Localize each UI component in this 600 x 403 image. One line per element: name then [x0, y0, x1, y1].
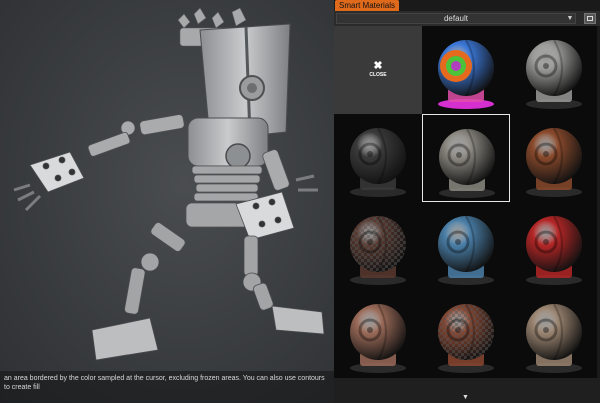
material-ball-icon: [438, 303, 494, 373]
material-ball-icon: [439, 128, 495, 198]
sandstone-material-thumbnail[interactable]: [510, 290, 598, 378]
preset-dropdown[interactable]: default: [336, 13, 576, 24]
scroll-down-icon[interactable]: ▼: [462, 394, 469, 401]
material-ball-icon: [438, 39, 494, 109]
robot-model[interactable]: [0, 0, 334, 403]
clay-material-thumbnail[interactable]: [334, 290, 422, 378]
material-ball-icon: [350, 303, 406, 373]
preset-bar: default ▼: [334, 11, 600, 27]
blue-paint-material-thumbnail[interactable]: [422, 202, 510, 290]
colored-id-material-thumbnail[interactable]: [422, 26, 510, 114]
close-label: CLOSE: [369, 72, 387, 78]
grid-view-icon[interactable]: [584, 13, 596, 24]
close-button[interactable]: ✖ CLOSE: [334, 26, 422, 114]
material-ball-icon: [526, 39, 582, 109]
chrome-material-thumbnail[interactable]: [510, 26, 598, 114]
smart-materials-panel: Smart Materials default ▼ ✖ CLOSE ▼: [334, 0, 600, 403]
close-icon: ✖: [373, 60, 383, 72]
worn-steel-material-thumbnail[interactable]: [422, 114, 510, 202]
chevron-down-icon[interactable]: ▼: [566, 13, 574, 24]
material-ball-icon: [350, 215, 406, 285]
tab-smart-materials[interactable]: Smart Materials: [335, 0, 400, 11]
material-ball-icon: [438, 215, 494, 285]
tool-hint-text: an area bordered by the color sampled at…: [0, 371, 334, 403]
panel-footer: ▼: [334, 378, 600, 403]
copper-rust-material-thumbnail[interactable]: [510, 114, 598, 202]
material-ball-icon: [350, 127, 406, 197]
material-ball-icon: [526, 303, 582, 373]
material-ball-icon: [526, 127, 582, 197]
red-paint-material-thumbnail[interactable]: [510, 202, 598, 290]
rust-pattern-material-thumbnail[interactable]: [422, 290, 510, 378]
materials-grid: ✖ CLOSE: [334, 26, 600, 378]
dark-rubber-material-thumbnail[interactable]: [334, 114, 422, 202]
3d-viewport[interactable]: an area bordered by the color sampled at…: [0, 0, 334, 403]
material-ball-icon: [526, 215, 582, 285]
painted-pattern-material-thumbnail[interactable]: [334, 202, 422, 290]
panel-tab-bar: Smart Materials: [334, 0, 600, 11]
